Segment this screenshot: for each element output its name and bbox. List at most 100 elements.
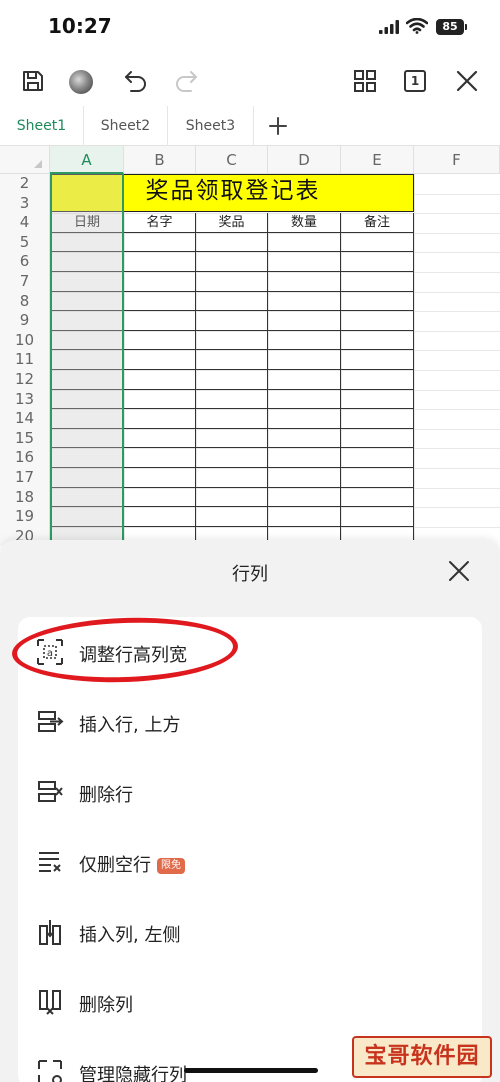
tab-sheet3[interactable]: Sheet3 bbox=[168, 106, 254, 146]
table-cell[interactable] bbox=[341, 330, 414, 351]
table-cell[interactable] bbox=[268, 448, 341, 468]
table-cell[interactable] bbox=[268, 428, 341, 449]
table-cell[interactable] bbox=[50, 389, 124, 410]
table-cell[interactable] bbox=[124, 448, 196, 468]
table-cell[interactable] bbox=[50, 428, 124, 449]
save-icon[interactable] bbox=[18, 66, 48, 96]
table-cell[interactable] bbox=[341, 389, 414, 410]
table-cell[interactable] bbox=[268, 487, 341, 508]
add-sheet-icon[interactable] bbox=[258, 106, 298, 146]
table-cell[interactable] bbox=[268, 291, 341, 312]
table-cell[interactable] bbox=[268, 252, 341, 272]
table-cell[interactable] bbox=[341, 350, 414, 370]
table-cell[interactable] bbox=[196, 291, 268, 312]
row-header[interactable]: 5 bbox=[0, 232, 50, 253]
table-cell[interactable] bbox=[124, 370, 196, 390]
table-cell[interactable] bbox=[124, 487, 196, 508]
row-header[interactable]: 4 bbox=[0, 213, 50, 233]
table-cell[interactable] bbox=[341, 448, 414, 468]
menu-item-delete-column[interactable]: 删除列 bbox=[18, 967, 482, 1037]
table-cell[interactable] bbox=[268, 272, 341, 292]
column-header-e[interactable]: E bbox=[341, 146, 414, 174]
close-icon[interactable] bbox=[452, 66, 482, 96]
row-header[interactable]: 8 bbox=[0, 291, 50, 312]
table-cell[interactable] bbox=[124, 389, 196, 410]
table-cell[interactable] bbox=[50, 507, 124, 527]
menu-item-delete-row[interactable]: 删除行 bbox=[18, 757, 482, 827]
table-cell[interactable] bbox=[50, 252, 124, 272]
table-cell[interactable] bbox=[50, 311, 124, 331]
table-cell[interactable] bbox=[196, 487, 268, 508]
table-cell[interactable] bbox=[341, 252, 414, 272]
row-header[interactable]: 16 bbox=[0, 448, 50, 468]
table-cell[interactable] bbox=[268, 389, 341, 410]
table-cell[interactable] bbox=[124, 428, 196, 449]
title-cell[interactable]: 奖品领取登记表 bbox=[50, 174, 414, 212]
table-cell[interactable] bbox=[268, 468, 341, 488]
table-cell[interactable] bbox=[268, 370, 341, 390]
table-cell[interactable] bbox=[196, 272, 268, 292]
table-cell[interactable] bbox=[50, 330, 124, 351]
column-header-c[interactable]: C bbox=[196, 146, 268, 174]
table-cell[interactable] bbox=[341, 487, 414, 508]
table-cell[interactable] bbox=[268, 232, 341, 253]
table-cell[interactable] bbox=[124, 350, 196, 370]
table-cell[interactable] bbox=[196, 428, 268, 449]
row-header[interactable]: 3 bbox=[0, 193, 50, 214]
column-header-b[interactable]: B bbox=[124, 146, 196, 174]
select-all-corner[interactable] bbox=[0, 146, 50, 174]
table-cell[interactable] bbox=[124, 291, 196, 312]
table-cell[interactable] bbox=[341, 272, 414, 292]
tab-sheet2[interactable]: Sheet2 bbox=[84, 106, 168, 146]
table-cell[interactable] bbox=[341, 291, 414, 312]
table-cell[interactable] bbox=[341, 370, 414, 390]
table-cell[interactable] bbox=[124, 409, 196, 429]
table-cell[interactable] bbox=[341, 428, 414, 449]
table-cell[interactable] bbox=[50, 409, 124, 429]
table-cell[interactable] bbox=[50, 448, 124, 468]
grid-view-icon[interactable] bbox=[350, 66, 380, 96]
table-cell[interactable] bbox=[50, 487, 124, 508]
table-cell[interactable] bbox=[196, 252, 268, 272]
row-header[interactable]: 17 bbox=[0, 468, 50, 488]
row-header[interactable]: 18 bbox=[0, 487, 50, 508]
header-cell[interactable]: 日期 bbox=[50, 213, 124, 233]
row-header[interactable]: 12 bbox=[0, 370, 50, 390]
column-header-d[interactable]: D bbox=[268, 146, 341, 174]
table-cell[interactable] bbox=[268, 350, 341, 370]
row-header[interactable]: 19 bbox=[0, 507, 50, 527]
column-header-f[interactable]: F bbox=[414, 146, 500, 174]
table-cell[interactable] bbox=[124, 272, 196, 292]
header-cell[interactable]: 备注 bbox=[341, 213, 414, 233]
row-header[interactable]: 15 bbox=[0, 428, 50, 449]
redo-icon[interactable] bbox=[172, 66, 202, 96]
table-cell[interactable] bbox=[268, 311, 341, 331]
table-cell[interactable] bbox=[341, 232, 414, 253]
menu-item-delete-empty-rows[interactable]: 仅删空行 限免 bbox=[18, 827, 482, 897]
row-header[interactable]: 14 bbox=[0, 409, 50, 429]
table-cell[interactable] bbox=[341, 468, 414, 488]
header-cell[interactable]: 数量 bbox=[268, 213, 341, 233]
row-header[interactable]: 10 bbox=[0, 330, 50, 351]
table-cell[interactable] bbox=[268, 507, 341, 527]
table-cell[interactable] bbox=[341, 507, 414, 527]
table-cell[interactable] bbox=[50, 468, 124, 488]
table-cell[interactable] bbox=[124, 232, 196, 253]
table-cell[interactable] bbox=[196, 350, 268, 370]
row-header[interactable]: 6 bbox=[0, 252, 50, 272]
table-cell[interactable] bbox=[196, 409, 268, 429]
table-cell[interactable] bbox=[124, 468, 196, 488]
row-header[interactable]: 13 bbox=[0, 389, 50, 410]
table-cell[interactable] bbox=[124, 330, 196, 351]
spreadsheet-grid[interactable]: A B C D E F 2 3 4 5 6 7 8 9 10 11 12 13 14 15 16 17 18 19… bbox=[0, 146, 500, 546]
table-cell[interactable] bbox=[268, 409, 341, 429]
row-header[interactable]: 11 bbox=[0, 350, 50, 370]
table-cell[interactable] bbox=[124, 311, 196, 331]
close-icon[interactable] bbox=[446, 558, 472, 584]
table-cell[interactable] bbox=[341, 311, 414, 331]
undo-icon[interactable] bbox=[120, 66, 150, 96]
menu-item-insert-row[interactable]: 插入行, 上方 bbox=[18, 687, 482, 757]
row-header[interactable]: 2 bbox=[0, 174, 50, 194]
menu-item-insert-column[interactable]: 插入列, 左侧 bbox=[18, 897, 482, 967]
tab-sheet1[interactable]: Sheet1 bbox=[0, 106, 84, 146]
